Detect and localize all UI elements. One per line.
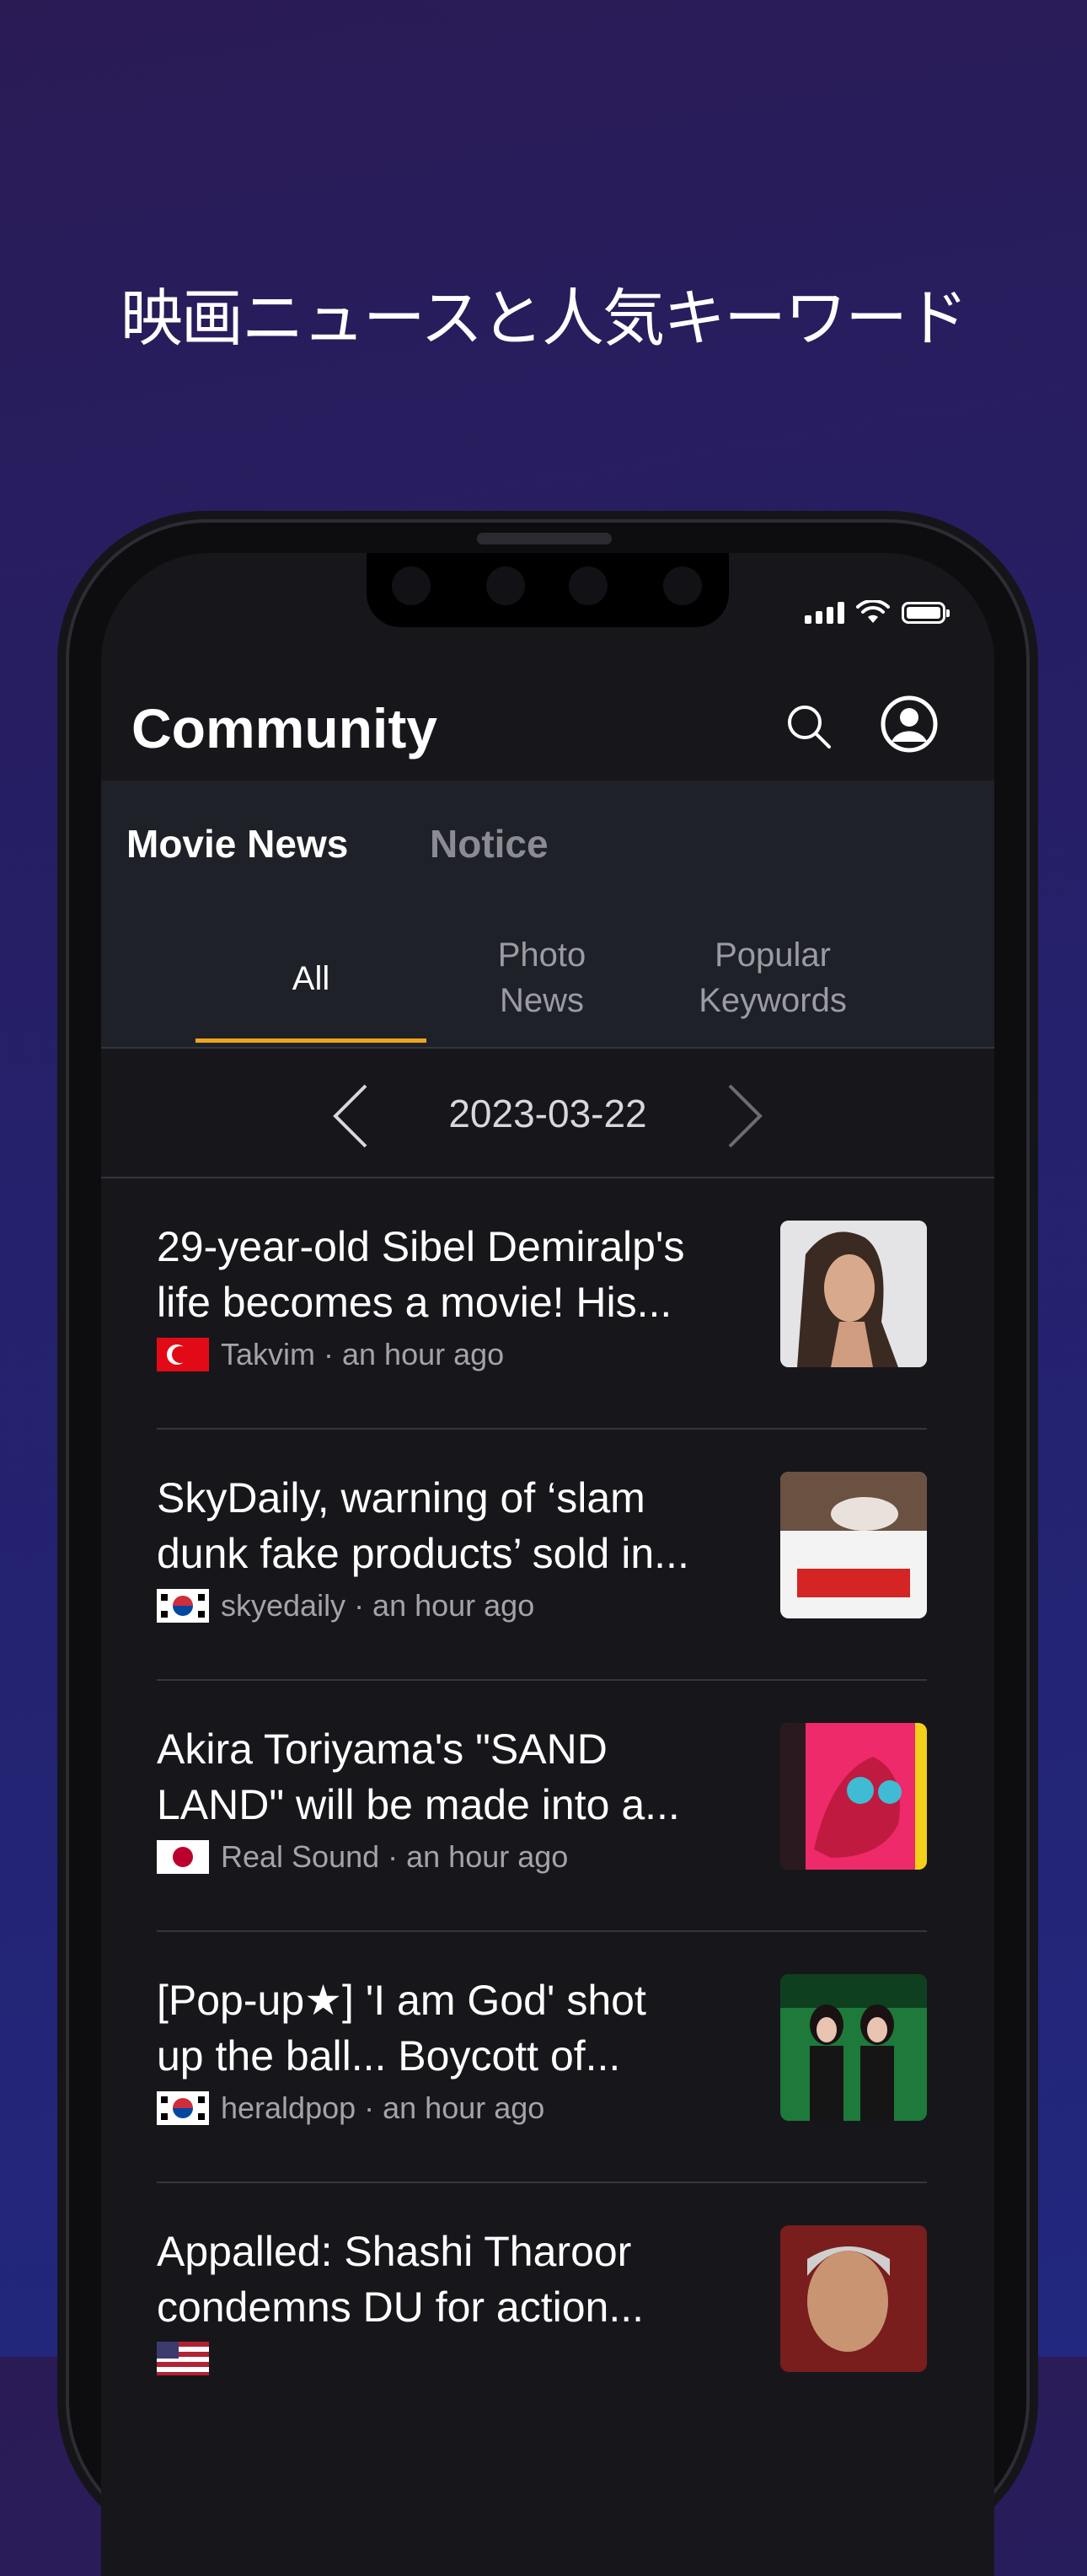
korea-flag-icon — [157, 1589, 209, 1623]
date-navigator: 2023-03-22 — [101, 1049, 994, 1175]
news-source: Real Sound · an hour ago — [221, 1839, 569, 1874]
subtab-popular-keywords-line2: Keywords — [699, 982, 847, 1019]
news-thumbnail — [780, 1221, 927, 1367]
chevron-right-icon[interactable] — [716, 1082, 767, 1150]
search-icon[interactable] — [785, 703, 833, 750]
news-meta: heraldpop · an hour ago — [157, 2090, 544, 2126]
japan-flag-icon — [157, 1840, 209, 1874]
subtab-photo-news-line1: Photo — [497, 936, 586, 974]
notch-sensor-icon — [663, 566, 702, 605]
news-source: heraldpop · an hour ago — [221, 2090, 545, 2125]
news-thumbnail — [780, 2225, 927, 2372]
news-thumbnail — [780, 1974, 927, 2121]
news-thumbnail — [780, 1472, 927, 1618]
current-date: 2023-03-22 — [448, 1092, 647, 1135]
phone-speaker — [477, 533, 612, 545]
active-tab-indicator — [195, 1038, 426, 1043]
subtab-all[interactable]: All — [195, 956, 426, 1001]
battery-icon — [902, 602, 950, 624]
korea-flag-icon — [157, 2091, 209, 2125]
news-item[interactable]: [Pop-up★] 'I am God' shot up the ball... … — [157, 1932, 927, 2183]
news-meta: Takvim · an hour ago — [157, 1337, 504, 1372]
notch-camera-icon — [392, 566, 431, 605]
news-meta: Real Sound · an hour ago — [157, 1839, 568, 1875]
subtab-all-label: All — [292, 960, 330, 997]
page-title: Community — [131, 697, 437, 759]
phone-notch — [367, 553, 729, 627]
subtab-popular-keywords[interactable]: Popular Keywords — [657, 932, 888, 1023]
wifi-icon — [856, 600, 890, 623]
news-item[interactable]: 29-year-old Sibel Demiralp's life becomes… — [157, 1178, 927, 1430]
promo-headline: 映画ニュースと人気キーワード — [120, 282, 968, 355]
news-thumbnail — [780, 1723, 927, 1870]
news-title: 29-year-old Sibel Demiralp's life becomes… — [157, 1223, 685, 1326]
news-meta: skyedaily · an hour ago — [157, 1588, 534, 1623]
news-title: Akira Toriyama's "SAND LAND" will be made… — [157, 1725, 680, 1828]
tabs-panel: Movie News Notice All Photo News Popular… — [101, 781, 994, 1047]
news-item[interactable]: Akira Toriyama's "SAND LAND" will be made… — [157, 1681, 927, 1932]
status-bar — [805, 600, 950, 625]
profile-icon[interactable] — [880, 695, 939, 754]
subtab-photo-news-line2: News — [499, 982, 585, 1019]
subtab-popular-keywords-line1: Popular — [715, 936, 831, 974]
app-screen: Community Movie News Notice All Photo Ne… — [101, 553, 994, 2576]
tab-notice[interactable]: Notice — [430, 821, 549, 867]
tab-movie-news[interactable]: Movie News — [126, 821, 348, 867]
news-title: [Pop-up★] 'I am God' shot up the ball... … — [157, 1977, 646, 2080]
turkey-flag-icon — [157, 1338, 209, 1371]
signal-icon — [805, 602, 844, 624]
news-title: Appalled: Shashi Tharoor condemns DU for … — [157, 2228, 645, 2331]
news-source: Takvim · an hour ago — [221, 1337, 505, 1371]
notch-sensor-icon — [569, 566, 608, 605]
news-title: SkyDaily, warning of ‘slam dunk fake prod… — [157, 1474, 689, 1577]
news-item[interactable]: Appalled: Shashi Tharoor condemns DU for … — [157, 2183, 927, 2434]
app-header: Community — [101, 671, 994, 781]
news-meta — [157, 2342, 221, 2375]
news-source: skyedaily · an hour ago — [221, 1588, 535, 1623]
subtab-photo-news[interactable]: Photo News — [426, 932, 657, 1023]
news-item[interactable]: SkyDaily, warning of ‘slam dunk fake prod… — [157, 1430, 927, 1681]
usa-flag-icon — [157, 2342, 209, 2375]
notch-sensor-icon — [486, 566, 525, 605]
